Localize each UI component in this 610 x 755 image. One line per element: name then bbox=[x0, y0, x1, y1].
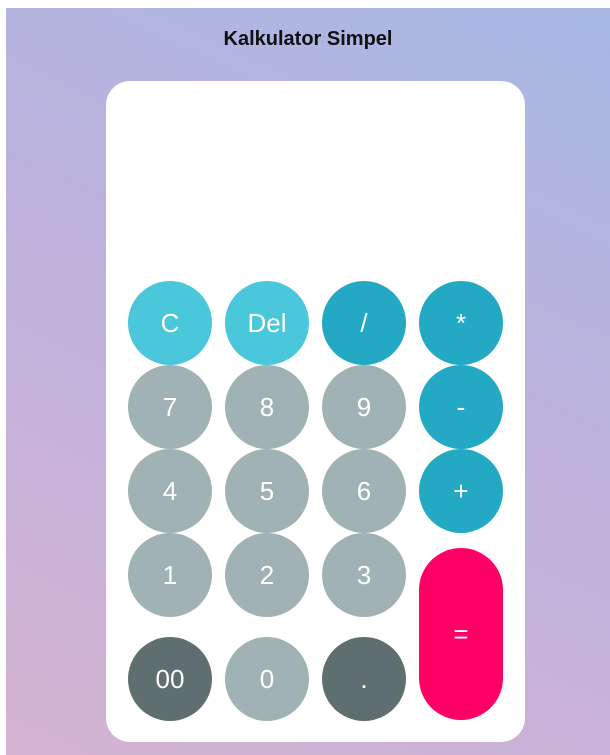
clear-button[interactable]: C bbox=[128, 281, 212, 365]
digit-2-button[interactable]: 2 bbox=[225, 533, 309, 617]
digit-3-button[interactable]: 3 bbox=[322, 533, 406, 617]
delete-button[interactable]: Del bbox=[225, 281, 309, 365]
digit-9-button[interactable]: 9 bbox=[322, 365, 406, 449]
page-background: Kalkulator Simpel C Del / * 7 8 9 - 4 5 … bbox=[6, 8, 610, 755]
digit-7-button[interactable]: 7 bbox=[128, 365, 212, 449]
minus-button[interactable]: - bbox=[419, 365, 503, 449]
page-title: Kalkulator Simpel bbox=[223, 28, 393, 50]
multiply-button[interactable]: * bbox=[419, 281, 503, 365]
plus-button[interactable]: + bbox=[419, 449, 503, 533]
digit-1-button[interactable]: 1 bbox=[128, 533, 212, 617]
digit-8-button[interactable]: 8 bbox=[225, 365, 309, 449]
calculator-display bbox=[126, 101, 505, 271]
digit-6-button[interactable]: 6 bbox=[322, 449, 406, 533]
calculator-panel: C Del / * 7 8 9 - 4 5 6 + 1 2 3 = 00 0 . bbox=[106, 81, 525, 742]
divide-button[interactable]: / bbox=[322, 281, 406, 365]
digit-4-button[interactable]: 4 bbox=[128, 449, 212, 533]
decimal-point-button[interactable]: . bbox=[322, 637, 406, 721]
double-zero-button[interactable]: 00 bbox=[128, 637, 212, 721]
digit-0-button[interactable]: 0 bbox=[225, 637, 309, 721]
equals-button[interactable]: = bbox=[419, 548, 503, 720]
digit-5-button[interactable]: 5 bbox=[225, 449, 309, 533]
